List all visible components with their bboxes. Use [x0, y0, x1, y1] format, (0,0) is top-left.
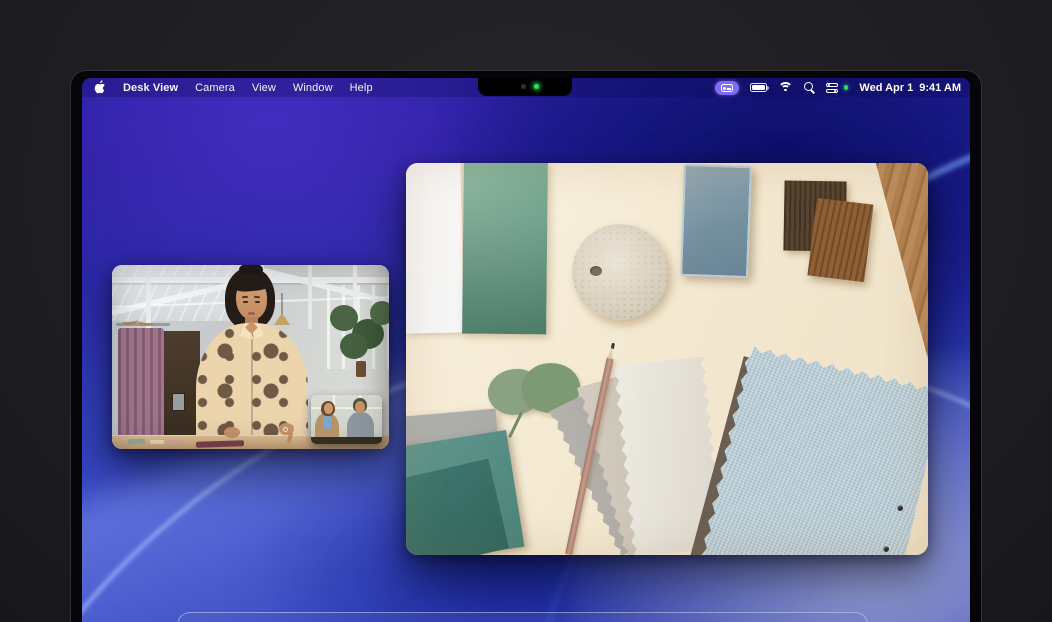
- dock[interactable]: [177, 612, 868, 622]
- menu-item-camera[interactable]: Camera: [195, 82, 235, 94]
- camera-lens: [521, 84, 526, 89]
- pip-woman-face: [324, 403, 333, 414]
- apple-logo-icon[interactable]: [94, 80, 106, 94]
- battery-icon[interactable]: [750, 83, 767, 92]
- menu-bar-clock[interactable]: Wed Apr 1 9:41 AM: [859, 82, 961, 94]
- facetime-pip-thumbnail[interactable]: [311, 395, 382, 444]
- pip-desk-sill: [311, 437, 382, 444]
- camera-active-dot: [844, 85, 849, 90]
- desk-vignette: [406, 163, 928, 555]
- clock-date: Wed Apr 1: [859, 82, 913, 94]
- desk-view-indicator-icon[interactable]: [715, 81, 739, 95]
- macbook-screen: Desk View Camera View Window Help Wed Ap…: [82, 78, 970, 622]
- menu-item-window[interactable]: Window: [293, 82, 333, 94]
- app-menus: Desk View Camera View Window Help: [82, 81, 373, 94]
- menu-item-app[interactable]: Desk View: [123, 82, 178, 94]
- macbook-frame: Desk View Camera View Window Help Wed Ap…: [70, 70, 982, 622]
- spotlight-search-icon[interactable]: [804, 82, 815, 93]
- display-glyph: [721, 84, 733, 92]
- status-menu-extras: Wed Apr 1 9:41 AM: [715, 81, 970, 95]
- facetime-video-window[interactable]: [112, 265, 389, 449]
- camera-led-indicator: [534, 84, 539, 89]
- desk-view-window[interactable]: [406, 163, 928, 555]
- page-background: { "menu_bar": { "app_menus": ["Desk View…: [0, 0, 1052, 622]
- control-center-icon[interactable]: [826, 82, 839, 93]
- display-notch: [478, 78, 572, 96]
- clock-time: 9:41 AM: [919, 82, 961, 94]
- menu-item-view[interactable]: View: [252, 82, 276, 94]
- pip-man-face: [355, 401, 365, 413]
- pip-woman-shirt: [323, 416, 331, 429]
- wifi-icon[interactable]: [778, 82, 793, 93]
- menu-item-help[interactable]: Help: [350, 82, 373, 94]
